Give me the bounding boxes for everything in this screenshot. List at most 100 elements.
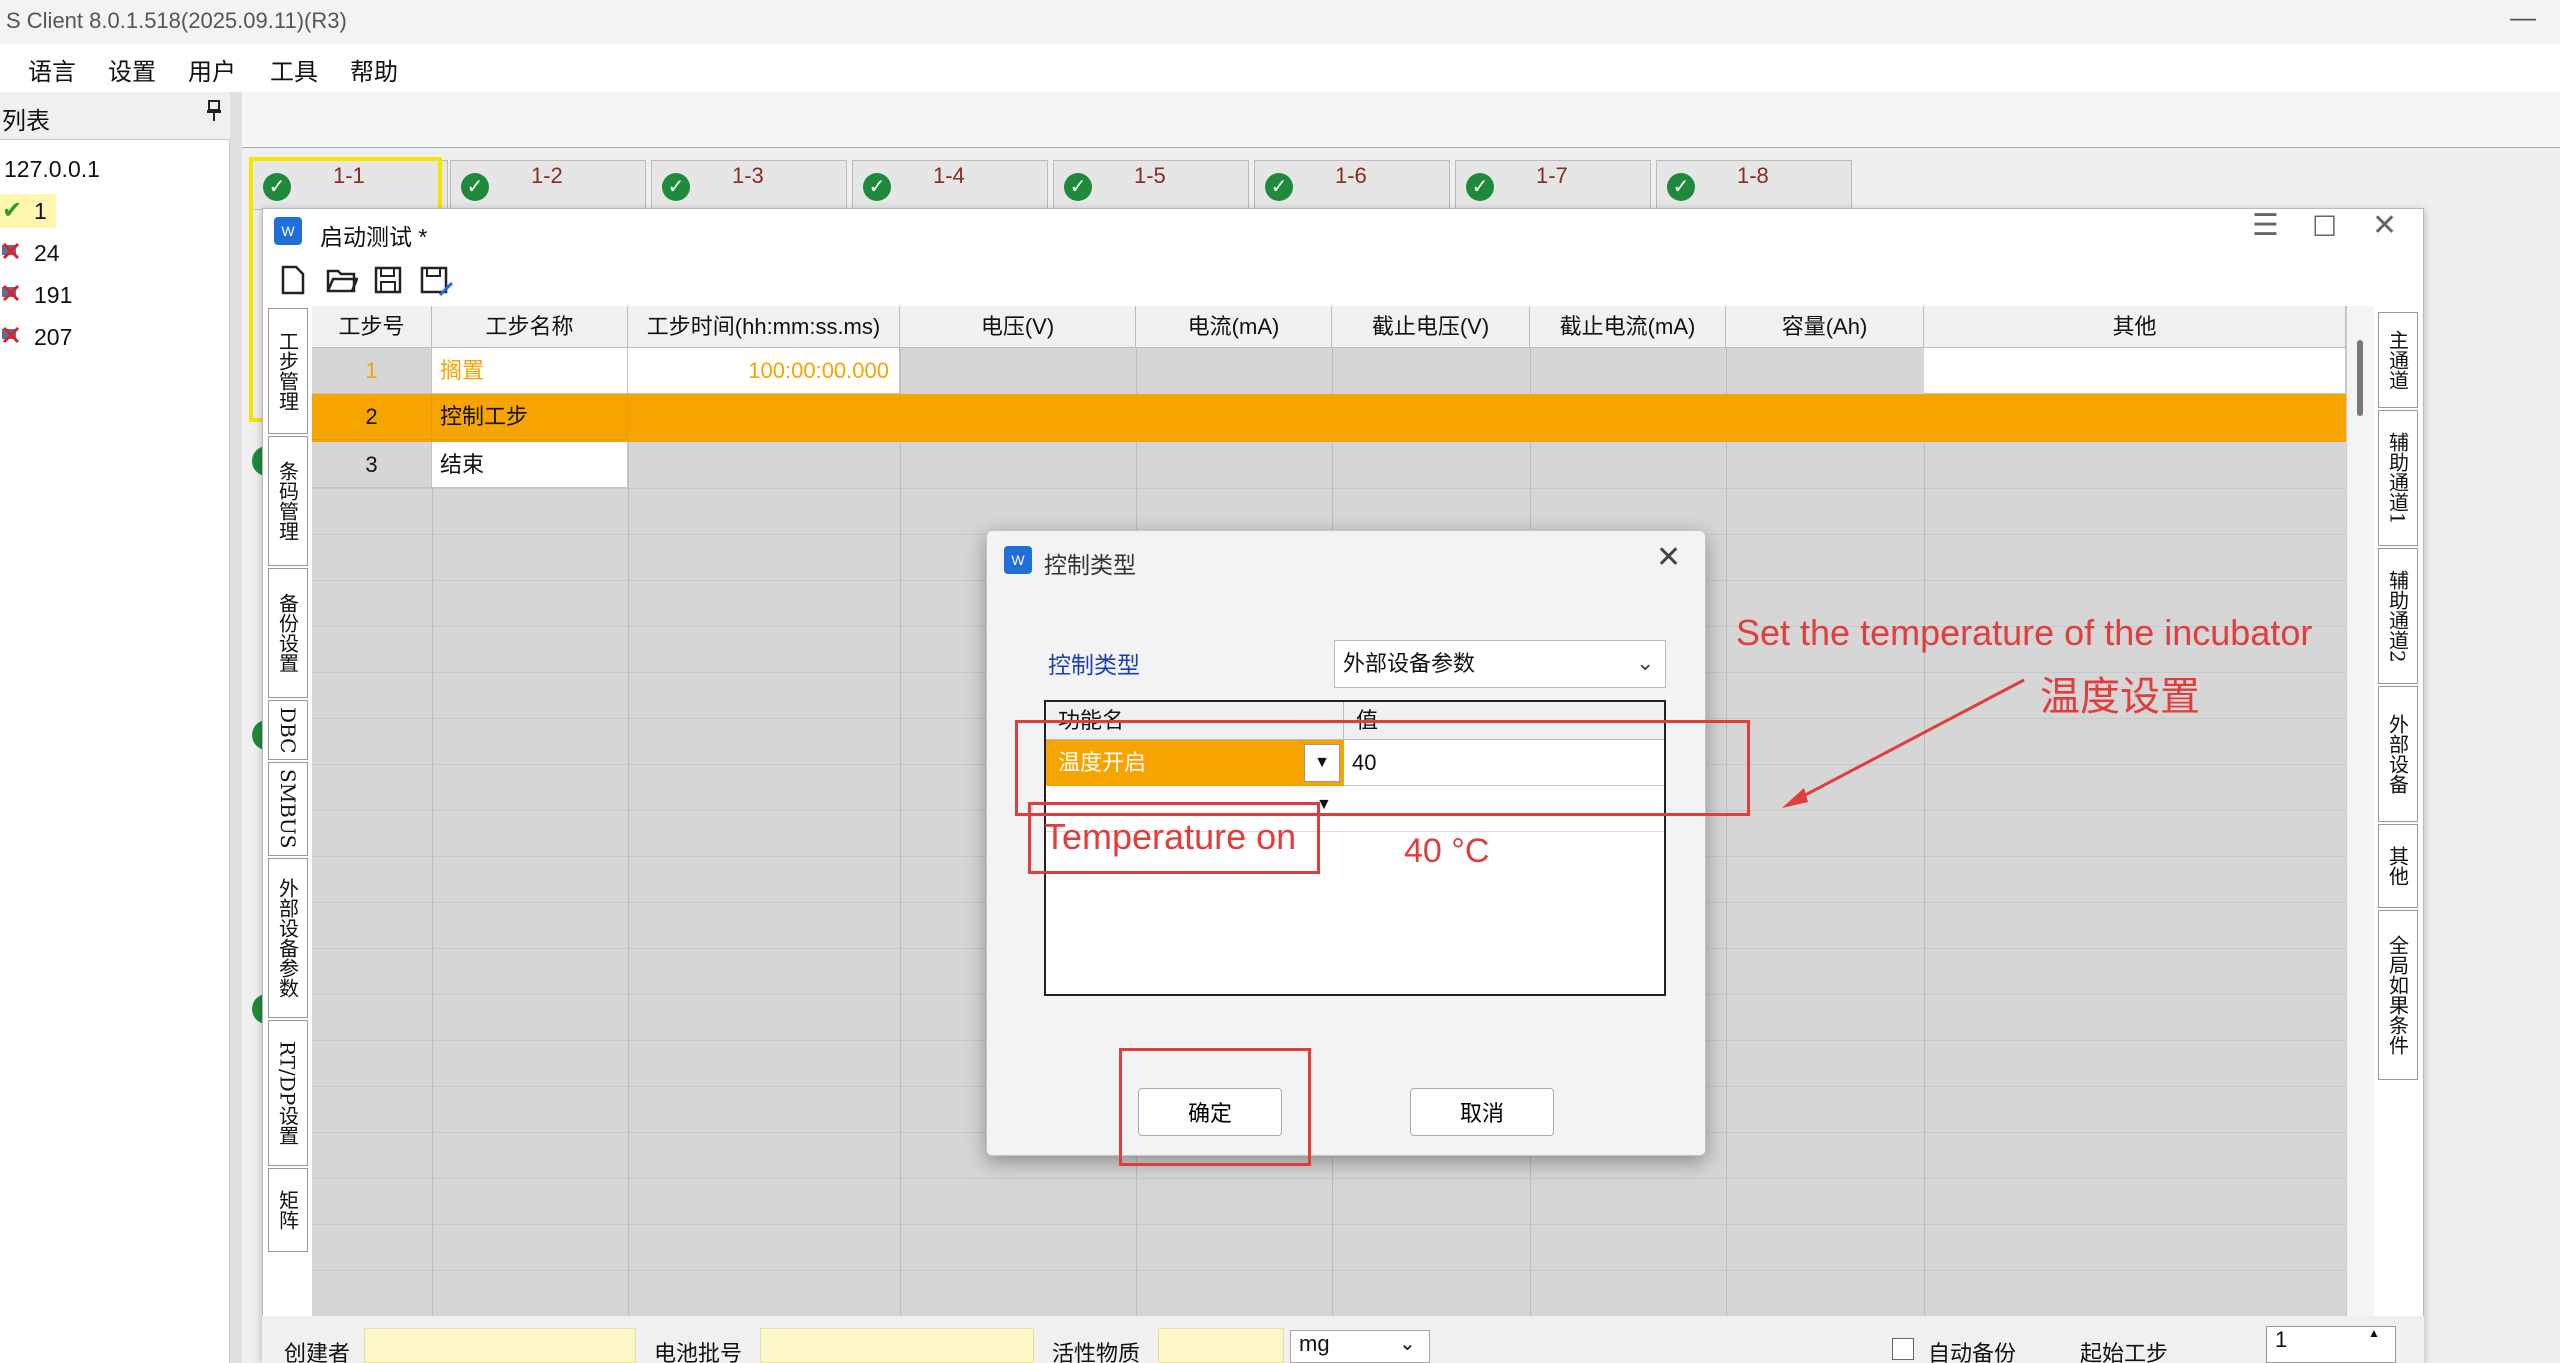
auto-backup-checkbox[interactable] — [1892, 1338, 1914, 1360]
control-type-select[interactable]: 外部设备参数 — [1334, 640, 1666, 688]
active-material-label: 活性物质 — [1052, 1341, 1141, 1363]
check-icon: ✓ — [662, 173, 690, 201]
vtab-backup-settings[interactable]: 备份设置 — [268, 568, 308, 698]
row3-step-no: 3 — [312, 442, 432, 488]
vtab-dbc[interactable]: DBC — [268, 700, 308, 760]
control-type-label: 控制类型 — [1048, 652, 1140, 678]
rtab-aux-channel-2[interactable]: 辅助通道2 — [2378, 548, 2418, 684]
menu-bar: 语言 设置 用户 工具 帮助 — [0, 44, 2560, 92]
creator-label: 创建者 — [284, 1341, 351, 1363]
row1-step-name[interactable]: 搁置 — [432, 348, 628, 394]
start-step-label: 起始工步 — [2080, 1341, 2169, 1363]
step-window-title: 启动测试 * — [320, 224, 428, 250]
menu-user[interactable]: 用户 — [188, 52, 236, 87]
rtab-external-device[interactable]: 外部设备 — [2378, 686, 2418, 822]
scrollbar-thumb[interactable] — [2357, 340, 2363, 416]
menu-tools[interactable]: 工具 — [270, 52, 318, 87]
col-current[interactable]: 电流(mA) — [1136, 306, 1332, 348]
tab-label: 1-7 — [1536, 163, 1568, 188]
maximize-button[interactable]: ☐ — [2312, 210, 2337, 243]
check-icon: ✓ — [1466, 173, 1494, 201]
col-cutoff-voltage[interactable]: 截止电压(V) — [1332, 306, 1530, 348]
col-other[interactable]: 其他 — [1924, 306, 2346, 348]
channel-tab-1-7[interactable]: ✓ 1-7 — [1455, 160, 1651, 210]
chevron-down-icon: ⌄ — [1399, 1333, 1416, 1355]
menu-settings[interactable]: 设置 — [108, 52, 156, 87]
battery-batch-input[interactable] — [760, 1328, 1034, 1363]
dialog-close-button[interactable]: ✕ — [1656, 540, 1681, 575]
vtab-smbus[interactable]: SMBUS — [268, 762, 308, 856]
tree-ip[interactable]: 127.0.0.1 — [4, 156, 100, 183]
annotation-temperature-setting-cn: 温度设置 — [2040, 675, 2200, 719]
new-file-icon[interactable] — [280, 265, 306, 302]
check-icon: ✓ — [461, 173, 489, 201]
check-icon: ✓ — [1667, 173, 1695, 201]
tree-device-1[interactable]: 1 — [34, 198, 47, 225]
device-list-title: 列表 — [2, 108, 50, 135]
minimize-button[interactable]: — — [2510, 2, 2536, 33]
device-offline-icon — [0, 324, 22, 346]
open-folder-icon[interactable] — [326, 265, 359, 302]
vtab-external-device-params[interactable]: 外部设备参数 — [268, 858, 308, 1018]
col-step-no[interactable]: 工步号 — [312, 306, 432, 348]
channel-tab-1-8[interactable]: ✓ 1-8 — [1656, 160, 1852, 210]
splitter[interactable] — [230, 92, 242, 1363]
vtab-rt-dp-settings[interactable]: RT/DP设置 — [268, 1020, 308, 1166]
pin-icon[interactable] — [206, 100, 222, 128]
device-offline-icon — [0, 240, 22, 262]
chevron-down-icon: ⌄ — [1636, 650, 1655, 675]
annotation-arrow — [1782, 678, 2025, 808]
row1-step-time[interactable]: 100:00:00.000 — [628, 348, 900, 394]
channel-tab-1-3[interactable]: ✓ 1-3 — [651, 160, 847, 210]
tree-device-207[interactable]: 207 — [34, 324, 72, 351]
tab-label: 1-2 — [531, 163, 563, 188]
vtab-matrix[interactable]: 矩阵 — [268, 1168, 308, 1252]
col-voltage[interactable]: 电压(V) — [900, 306, 1136, 348]
col-capacity[interactable]: 容量(Ah) — [1726, 306, 1924, 348]
check-icon: ✔ — [2, 197, 23, 224]
vtab-step-management[interactable]: 工步管理 — [268, 308, 308, 434]
unit-value: mg — [1299, 1331, 1330, 1356]
tree-device-191[interactable]: 191 — [34, 282, 72, 309]
grid-scrollbar[interactable] — [2346, 306, 2374, 1316]
tree-device-24[interactable]: 24 — [34, 240, 60, 267]
menu-language[interactable]: 语言 — [28, 52, 76, 87]
creator-input[interactable] — [364, 1328, 636, 1363]
cancel-button[interactable]: 取消 — [1410, 1088, 1554, 1136]
col-step-name[interactable]: 工步名称 — [432, 306, 628, 348]
save-as-icon[interactable] — [420, 265, 454, 304]
tab-label: 1-4 — [933, 163, 965, 188]
col-step-time[interactable]: 工步时间(hh:mm:ss.ms) — [628, 306, 900, 348]
rtab-main-channel[interactable]: 主通道 — [2378, 312, 2418, 408]
rtab-global-if-condition[interactable]: 全局如果条件 — [2378, 910, 2418, 1080]
row1-step-no: 1 — [312, 348, 432, 394]
active-material-input[interactable] — [1158, 1328, 1284, 1363]
menu-help[interactable]: 帮助 — [350, 52, 398, 87]
channel-tab-1-5[interactable]: ✓ 1-5 — [1053, 160, 1249, 210]
annotation-40c: 40 °C — [1404, 832, 1490, 870]
save-icon[interactable] — [374, 265, 402, 302]
annotation-temperature-on: Temperature on — [1044, 816, 1297, 857]
unit-select[interactable]: mg ⌄ — [1290, 1330, 1430, 1363]
row3-step-name[interactable]: 结束 — [432, 442, 628, 488]
main-toolbar-strip — [242, 92, 2560, 148]
row2-step-name[interactable]: 控制工步 — [432, 394, 628, 440]
row1-other[interactable] — [1924, 348, 2346, 394]
channel-tab-1-4[interactable]: ✓ 1-4 — [852, 160, 1048, 210]
annotation-set-temperature: Set the temperature of the incubator — [1736, 612, 2313, 653]
channel-tab-1-6[interactable]: ✓ 1-6 — [1254, 160, 1450, 210]
spinner-up-icon[interactable]: ▲ — [2368, 1326, 2380, 1340]
annotation-box-ok — [1119, 1048, 1311, 1166]
vtab-barcode-management[interactable]: 条码管理 — [268, 436, 308, 566]
device-offline-icon — [0, 282, 22, 304]
tab-label: 1-8 — [1737, 163, 1769, 188]
dialog-title: 控制类型 — [1044, 552, 1136, 578]
channel-tab-1-2[interactable]: ✓ 1-2 — [450, 160, 646, 210]
menu-icon[interactable]: ☰ — [2252, 208, 2279, 243]
rtab-other[interactable]: 其他 — [2378, 824, 2418, 908]
close-button[interactable]: ✕ — [2372, 208, 2397, 243]
app-icon: W — [274, 217, 302, 245]
rtab-aux-channel-1[interactable]: 辅助通道1 — [2378, 410, 2418, 546]
check-icon: ✓ — [863, 173, 891, 201]
col-cutoff-current[interactable]: 截止电流(mA) — [1530, 306, 1726, 348]
